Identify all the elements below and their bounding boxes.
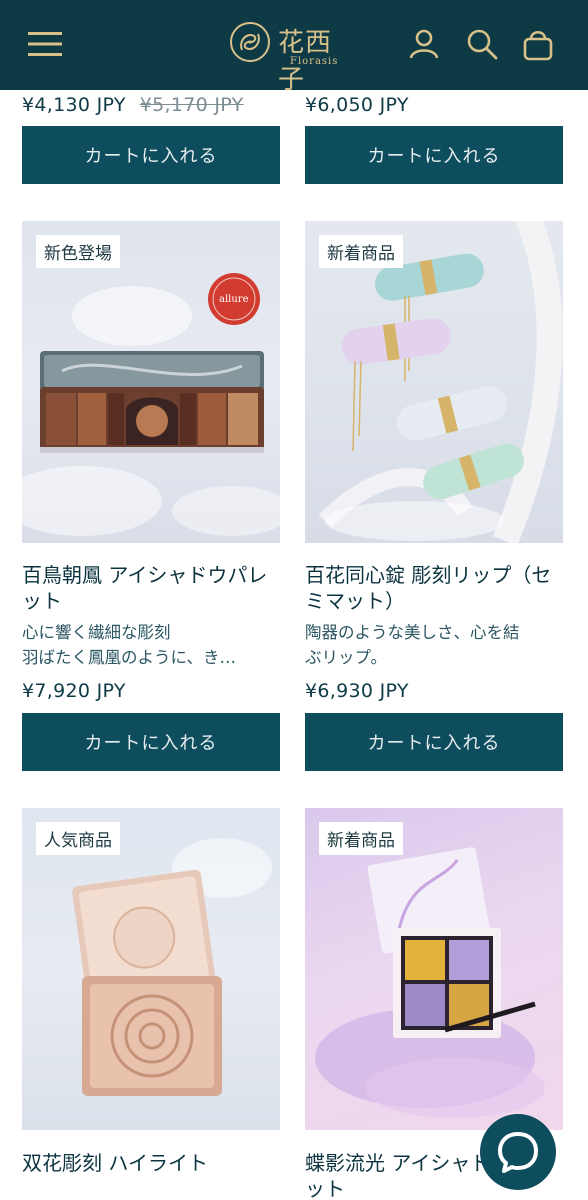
logo-mark-icon	[228, 20, 272, 64]
award-seal-text: allure	[219, 294, 249, 305]
search-icon[interactable]	[462, 24, 502, 64]
product-image[interactable]: 人気商品	[22, 808, 280, 1130]
add-to-cart-button[interactable]: カートに入れる	[22, 126, 280, 184]
description-line: 羽ばたく鳳凰のように、き…	[22, 648, 237, 667]
add-to-cart-button[interactable]: カートに入れる	[22, 713, 280, 771]
menu-icon[interactable]	[24, 26, 66, 62]
product-badge: 新色登場	[36, 235, 120, 268]
brand-logo[interactable]: 花西子 Florasis	[228, 18, 358, 95]
description-line: ぶリップ。	[305, 648, 388, 667]
add-to-cart-button[interactable]: カートに入れる	[305, 713, 563, 771]
chat-button[interactable]	[480, 1114, 556, 1190]
product-title[interactable]: 百花同心錠 彫刻リップ（セミマット）	[305, 562, 563, 614]
product-description: 心に響く繊細な彫刻 羽ばたく鳳凰のように、き…	[22, 620, 280, 670]
product-price: ¥4,130 JPY ¥5,170 JPY	[22, 94, 244, 116]
bag-icon[interactable]	[518, 24, 558, 64]
product-description: 陶器のような美しさ、心を結 ぶリップ。	[305, 620, 563, 670]
brand-name-en: Florasis	[290, 56, 339, 67]
product-badge: 人気商品	[36, 822, 120, 855]
product-price: ¥7,920 JPY	[22, 680, 126, 702]
product-title[interactable]: 百鳥朝鳳 アイシャドウパレット	[22, 562, 280, 614]
add-to-cart-button[interactable]: カートに入れる	[305, 126, 563, 184]
current-price: ¥4,130 JPY	[22, 94, 126, 116]
eyeshadow-quad-image	[315, 847, 545, 1118]
chat-bubble-icon	[498, 1132, 538, 1173]
old-price: ¥5,170 JPY	[139, 94, 244, 116]
product-badge: 新着商品	[319, 822, 403, 855]
description-line: 心に響く繊細な彫刻	[22, 623, 171, 642]
account-icon[interactable]	[404, 24, 444, 64]
product-price: ¥6,930 JPY	[305, 680, 409, 702]
eyeshadow-palette-image	[22, 273, 280, 536]
product-image[interactable]: 新色登場 allure	[22, 221, 280, 543]
description-line: 陶器のような美しさ、心を結	[305, 623, 520, 642]
highlighter-image	[72, 838, 272, 1096]
product-badge: 新着商品	[319, 235, 403, 268]
site-header: 花西子 Florasis	[0, 0, 588, 95]
product-image[interactable]: 新着商品	[305, 808, 563, 1130]
lipstick-image	[318, 221, 563, 543]
product-image[interactable]: 新着商品	[305, 221, 563, 543]
product-price: ¥6,050 JPY	[305, 94, 409, 116]
product-title[interactable]: 双花彫刻 ハイライト	[22, 1150, 280, 1176]
